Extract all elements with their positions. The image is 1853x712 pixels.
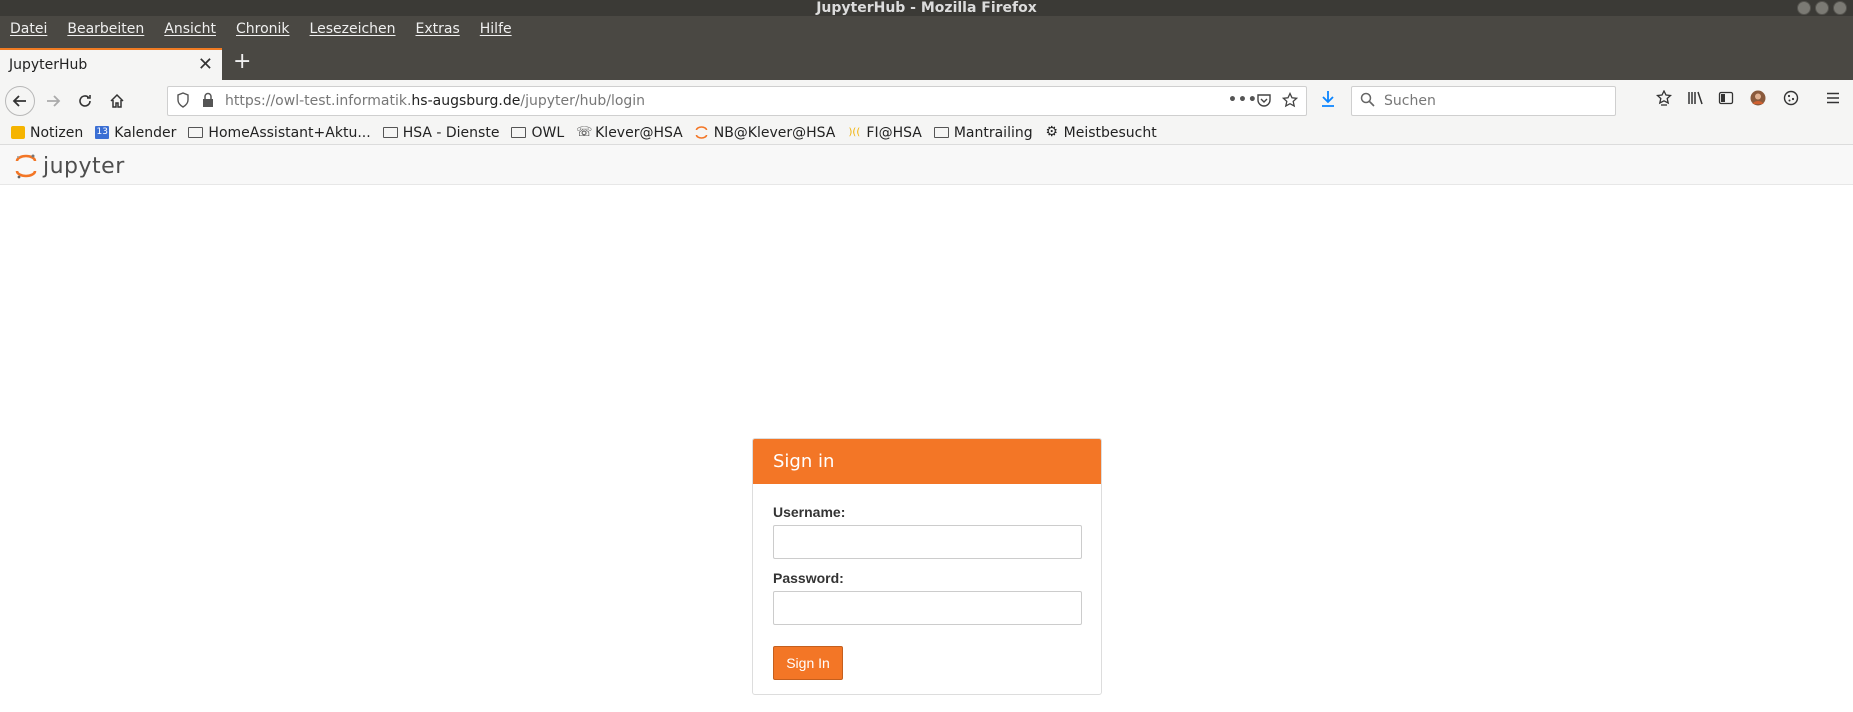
site-icon: )((: [848, 127, 861, 138]
bookmark-label: Mantrailing: [953, 124, 1033, 141]
url-text[interactable]: https://owl-test.informatik.hs-augsburg.…: [225, 93, 645, 109]
bookmark-hsa-dienste[interactable]: HSA - Dienste: [382, 124, 500, 141]
close-tab-icon[interactable]: ✕: [198, 56, 213, 74]
reload-button[interactable]: [71, 87, 99, 115]
bookmarks-menu-icon[interactable]: [1655, 89, 1673, 110]
jupyter-logo-text: jupyter: [43, 153, 125, 179]
url-path: /jupyter/hub/login: [520, 93, 646, 109]
menu-extras[interactable]: Extras: [416, 21, 460, 37]
search-icon: [1360, 92, 1375, 111]
url-prefix: https://owl-test.informatik.: [225, 93, 412, 109]
bookmark-label: OWL: [531, 124, 565, 141]
notes-icon: [11, 126, 25, 139]
back-button[interactable]: [5, 86, 35, 116]
menu-bearbeiten[interactable]: Bearbeiten: [67, 21, 144, 37]
library-icon[interactable]: [1687, 90, 1705, 110]
sign-in-button[interactable]: Sign In: [773, 646, 843, 680]
url-bar[interactable]: https://owl-test.informatik.hs-augsburg.…: [167, 86, 1307, 116]
url-domain: hs-augsburg.de: [411, 93, 521, 109]
window-controls: [1797, 1, 1847, 15]
bookmark-label: Meistbesucht: [1063, 124, 1157, 141]
bookmark-nb-klever-hsa[interactable]: NB@Klever@HSA: [695, 124, 836, 141]
bookmark-label: Kalender: [114, 124, 177, 141]
download-icon[interactable]: [1320, 90, 1336, 112]
forward-button[interactable]: [39, 87, 67, 115]
gear-icon: ⚙: [1045, 124, 1058, 140]
bookmark-label: Notizen: [30, 124, 84, 141]
phone-icon: ☏: [576, 125, 593, 140]
close-window-button[interactable]: [1833, 1, 1847, 15]
bookmark-fi-hsa[interactable]: )(( FI@HSA: [847, 124, 922, 141]
menu-ansicht[interactable]: Ansicht: [164, 21, 216, 37]
bookmark-mantrailing[interactable]: Mantrailing: [933, 124, 1033, 141]
tab-jupyterhub[interactable]: JupyterHub ✕: [0, 48, 222, 80]
minimize-button[interactable]: [1797, 1, 1811, 15]
menu-lesezeichen[interactable]: Lesezeichen: [310, 21, 396, 37]
bookmark-label: Klever@HSA: [595, 124, 683, 141]
username-group: Username:: [773, 504, 1082, 562]
calendar-icon: 13: [95, 126, 110, 139]
page-actions-icon[interactable]: •••: [1228, 92, 1258, 108]
bookmark-owl[interactable]: OWL: [511, 125, 564, 141]
menu-chronik[interactable]: Chronik: [236, 21, 290, 37]
jupyter-icon: [695, 126, 709, 139]
menubar: Datei Bearbeiten Ansicht Chronik Lesezei…: [0, 16, 1853, 42]
pocket-icon[interactable]: [1256, 92, 1272, 112]
login-header: Sign in: [753, 439, 1101, 484]
lock-icon[interactable]: [202, 92, 214, 112]
bookmark-label: HSA - Dienste: [402, 124, 500, 141]
bookmark-kalender[interactable]: 13 Kalender: [95, 125, 176, 141]
folder-icon: [933, 127, 949, 138]
home-button[interactable]: [103, 87, 131, 115]
password-group: Password:: [773, 570, 1082, 628]
tab-label: JupyterHub: [9, 57, 88, 73]
account-avatar-icon[interactable]: [1750, 90, 1766, 110]
bookmark-notizen[interactable]: Notizen: [11, 125, 83, 141]
menu-datei[interactable]: Datei: [10, 21, 47, 37]
login-form: Username: Password: Sign In: [753, 484, 1101, 680]
hamburger-menu-icon[interactable]: [1825, 90, 1841, 110]
jupyter-logo-icon: [15, 153, 37, 179]
bookmark-label: NB@Klever@HSA: [713, 124, 836, 141]
sidebar-icon[interactable]: [1718, 90, 1734, 110]
search-placeholder: Suchen: [1384, 93, 1436, 109]
bookmark-label: HomeAssistant+Aktu...: [208, 124, 371, 141]
folder-icon: [188, 127, 204, 138]
folder-icon: [511, 127, 527, 138]
home-icon: [110, 93, 124, 108]
bookmark-label: FI@HSA: [866, 124, 922, 141]
folder-icon: [382, 127, 398, 138]
bookmark-homeassistant[interactable]: HomeAssistant+Aktu...: [188, 124, 371, 141]
menu-hilfe[interactable]: Hilfe: [480, 21, 512, 37]
search-input[interactable]: Suchen: [1351, 86, 1616, 116]
username-label: Username:: [773, 504, 846, 520]
jupyter-header: jupyter: [0, 145, 1853, 185]
page-content: jupyter Sign in Username: Password: Sign…: [0, 145, 1853, 712]
bookmark-klever-hsa[interactable]: ☏ Klever@HSA: [576, 125, 683, 141]
window-titlebar: JupyterHub - Mozilla Firefox: [0, 0, 1853, 16]
bookmark-meistbesucht[interactable]: ⚙ Meistbesucht: [1045, 124, 1157, 141]
login-title: Sign in: [773, 451, 835, 472]
username-input[interactable]: [773, 525, 1082, 559]
reload-icon: [79, 95, 91, 107]
window-title: JupyterHub - Mozilla Firefox: [816, 0, 1037, 16]
password-label: Password:: [773, 570, 844, 586]
tabbar: JupyterHub ✕ +: [0, 42, 1853, 80]
shield-icon[interactable]: [176, 92, 190, 112]
jupyter-logo[interactable]: jupyter: [15, 153, 125, 179]
navigation-toolbar: https://owl-test.informatik.hs-augsburg.…: [0, 80, 1853, 121]
bookmark-star-icon[interactable]: [1281, 91, 1299, 112]
password-input[interactable]: [773, 591, 1082, 625]
back-arrow-icon: [12, 95, 26, 107]
bookmarks-toolbar: Notizen 13 Kalender HomeAssistant+Aktu..…: [0, 121, 1853, 145]
forward-arrow-icon: [47, 95, 61, 107]
extension-cookie-icon[interactable]: [1783, 90, 1799, 110]
maximize-button[interactable]: [1815, 1, 1829, 15]
login-panel: Sign in Username: Password: Sign In: [752, 438, 1102, 695]
new-tab-icon[interactable]: +: [233, 51, 251, 73]
